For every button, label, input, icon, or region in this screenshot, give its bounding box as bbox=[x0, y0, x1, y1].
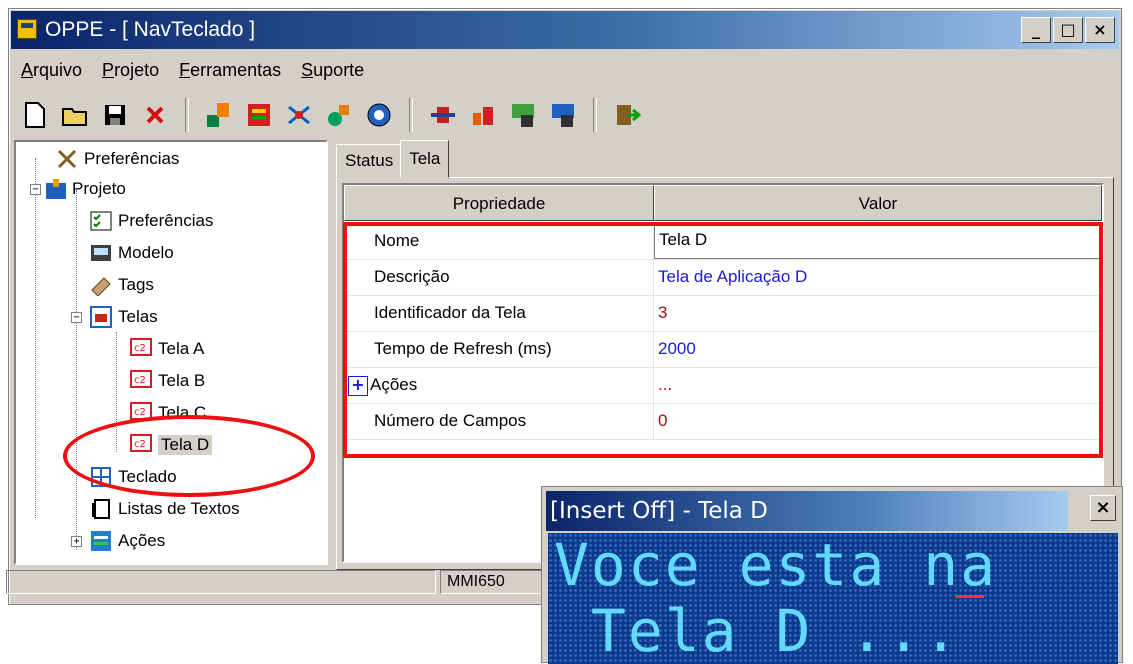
tool9-icon[interactable] bbox=[547, 99, 579, 131]
tree-label: Telas bbox=[118, 307, 158, 326]
svg-text:c2: c2 bbox=[134, 375, 146, 386]
menu-bar: Arquivo Projeto Ferramentas Suporte bbox=[11, 53, 1119, 87]
tree-item-tela-a[interactable]: c2 Tela A bbox=[130, 334, 204, 364]
delete-icon[interactable] bbox=[139, 99, 171, 131]
tree-item-preferencias[interactable]: Preferências bbox=[56, 144, 179, 174]
toolbar-separator bbox=[409, 98, 413, 132]
list-icon bbox=[92, 499, 110, 519]
tool3-icon[interactable] bbox=[283, 99, 315, 131]
close-button[interactable]: × bbox=[1085, 17, 1115, 43]
lcd-preview-window: [Insert Off] - Tela D × Voce esta na Tel… bbox=[541, 486, 1123, 664]
column-header-valor[interactable]: Valor bbox=[654, 185, 1102, 221]
new-icon[interactable] bbox=[19, 99, 51, 131]
highlight-ellipse bbox=[63, 415, 315, 497]
project-tree[interactable]: Preferências − Projeto Preferências Mode… bbox=[14, 140, 328, 565]
tree-label: Ações bbox=[118, 531, 166, 550]
tree-item-acoes[interactable]: Ações bbox=[90, 526, 165, 556]
tree-item-telas[interactable]: Telas bbox=[90, 302, 158, 332]
tree-item-tela-b[interactable]: c2 Tela B bbox=[130, 366, 205, 396]
lcd-display: Voce esta na Tela D ... bbox=[548, 533, 1118, 664]
status-model: MMI650 bbox=[440, 570, 550, 594]
lcd-close-button[interactable]: × bbox=[1090, 495, 1116, 521]
lcd-cursor bbox=[956, 595, 984, 598]
app-icon bbox=[17, 19, 37, 39]
svg-text:c2: c2 bbox=[134, 343, 146, 354]
tool7-icon[interactable] bbox=[467, 99, 499, 131]
tags-icon bbox=[91, 277, 111, 296]
tab-status[interactable]: Status bbox=[336, 144, 403, 178]
screen-icon: c2 bbox=[130, 338, 152, 356]
lcd-line-1: Voce esta na bbox=[554, 533, 998, 599]
tool8-icon[interactable] bbox=[507, 99, 539, 131]
expand-toggle[interactable]: + bbox=[71, 536, 82, 547]
status-pane bbox=[6, 570, 436, 594]
tool4-icon[interactable] bbox=[323, 99, 355, 131]
toolbar-separator bbox=[593, 98, 597, 132]
tab-strip: Status Tela bbox=[336, 140, 450, 178]
device-icon bbox=[91, 245, 111, 261]
maximize-button[interactable]: □ bbox=[1053, 17, 1083, 43]
tool6-icon[interactable] bbox=[427, 99, 459, 131]
toolbar-separator bbox=[185, 98, 189, 132]
tree-item-projeto[interactable]: Projeto bbox=[44, 174, 126, 204]
collapse-toggle[interactable]: − bbox=[71, 312, 82, 323]
menu-arquivo[interactable]: Arquivo bbox=[11, 60, 92, 81]
window-title: OPPE - [ NavTeclado ] bbox=[45, 18, 256, 41]
menu-projeto[interactable]: Projeto bbox=[92, 60, 169, 81]
tree-label: Tela A bbox=[158, 339, 205, 358]
tree-label: Tela B bbox=[158, 371, 206, 390]
actions-icon bbox=[91, 531, 111, 551]
lcd-line-2: Tela D ... bbox=[554, 597, 961, 664]
column-header-propriedade[interactable]: Propriedade bbox=[344, 185, 654, 221]
tree-label: Listas de Textos bbox=[118, 499, 240, 518]
menu-ferramentas[interactable]: Ferramentas bbox=[169, 60, 291, 81]
tool1-icon[interactable] bbox=[203, 99, 235, 131]
minimize-button[interactable]: _ bbox=[1021, 17, 1051, 43]
grid-header: Propriedade Valor bbox=[344, 185, 1102, 221]
tree-label: Modelo bbox=[118, 243, 174, 262]
tree-label: Preferências bbox=[84, 149, 180, 168]
tree-label: Tags bbox=[118, 275, 154, 294]
tool2-icon[interactable] bbox=[243, 99, 275, 131]
checklist-icon bbox=[90, 211, 112, 231]
tree-item-listas[interactable]: Listas de Textos bbox=[90, 494, 240, 524]
tool5-icon[interactable] bbox=[363, 99, 395, 131]
save-icon[interactable] bbox=[99, 99, 131, 131]
tree-label: Preferências bbox=[118, 211, 214, 230]
screen-icon: c2 bbox=[130, 370, 152, 388]
project-icon bbox=[46, 179, 66, 199]
svg-text:c2: c2 bbox=[134, 407, 146, 418]
tree-line bbox=[35, 158, 36, 518]
tree-line bbox=[76, 190, 77, 550]
highlight-box bbox=[343, 222, 1103, 458]
tree-item-proj-preferencias[interactable]: Preferências bbox=[90, 206, 213, 236]
menu-suporte[interactable]: Suporte bbox=[291, 60, 374, 81]
tools-icon bbox=[57, 149, 77, 169]
tree-item-tags[interactable]: Tags bbox=[90, 270, 154, 300]
tree-item-modelo[interactable]: Modelo bbox=[90, 238, 174, 268]
tree-label: Projeto bbox=[72, 179, 126, 198]
open-icon[interactable] bbox=[59, 99, 91, 131]
collapse-toggle[interactable]: − bbox=[30, 184, 41, 195]
lcd-window-title[interactable]: [Insert Off] - Tela D bbox=[546, 491, 1068, 531]
title-bar[interactable]: OPPE - [ NavTeclado ] _ □ × bbox=[11, 11, 1119, 49]
tab-tela[interactable]: Tela bbox=[400, 140, 450, 178]
screens-icon bbox=[90, 306, 112, 328]
toolbar bbox=[19, 93, 643, 137]
exit-icon[interactable] bbox=[611, 99, 643, 131]
